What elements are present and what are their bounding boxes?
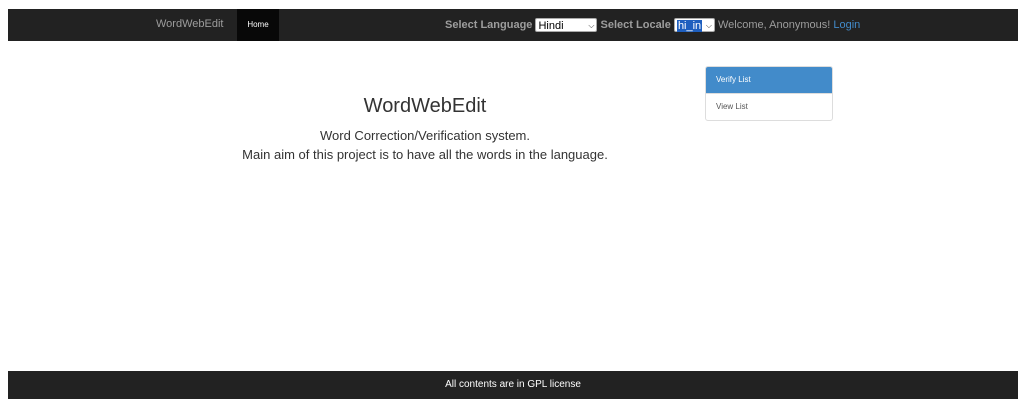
sidebar-list-group: Verify List View List bbox=[705, 66, 833, 121]
language-select[interactable]: Hindi ⌵ bbox=[535, 18, 598, 32]
chevron-down-icon: ⌵ bbox=[705, 21, 712, 30]
top-navbar: WordWebEdit Home Select Language Hindi ⌵… bbox=[8, 9, 1018, 41]
footer-license-text: All contents are in GPL license bbox=[445, 379, 581, 390]
locale-select[interactable]: hi_in ⌵ bbox=[673, 18, 715, 32]
login-link[interactable]: Login bbox=[833, 19, 860, 31]
description-line-2: Main aim of this project is to have all … bbox=[242, 147, 608, 162]
description-line-1: Word Correction/Verification system. bbox=[320, 128, 530, 143]
chevron-down-icon: ⌵ bbox=[588, 21, 595, 30]
nav-right-group: Select Language Hindi ⌵ Select Locale hi… bbox=[445, 18, 860, 34]
select-locale-label: Select Locale bbox=[600, 19, 671, 31]
sidebar-item-verify-list[interactable]: Verify List bbox=[706, 67, 832, 93]
welcome-text: Welcome, Anonymous! bbox=[718, 19, 831, 31]
footer: All contents are in GPL license bbox=[8, 371, 1018, 399]
brand-link[interactable]: WordWebEdit bbox=[156, 18, 223, 30]
sidebar-item-view-list[interactable]: View List bbox=[706, 93, 832, 120]
language-select-value: Hindi bbox=[538, 20, 564, 32]
nav-tab-home[interactable]: Home bbox=[237, 9, 279, 41]
locale-select-value: hi_in bbox=[676, 20, 703, 32]
select-language-label: Select Language bbox=[445, 19, 533, 31]
